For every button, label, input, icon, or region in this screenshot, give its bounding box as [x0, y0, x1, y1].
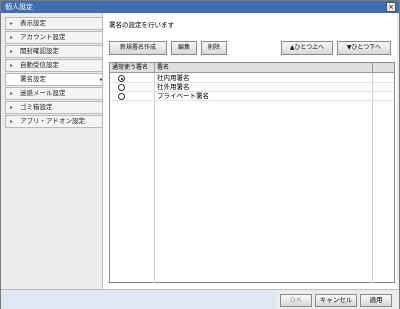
sidebar-item-label: 迷惑メール設定: [20, 89, 66, 97]
sidebar-item-label: 自動受信設定: [20, 61, 59, 69]
sidebar-item-read-receipt[interactable]: ▸ 開封確認設定: [5, 45, 103, 58]
move-up-button[interactable]: ▲ひとつ上へ: [281, 41, 333, 55]
default-signature-radio[interactable]: [118, 84, 125, 91]
sidebar-item-display[interactable]: ▸ 表示設定: [5, 17, 103, 30]
default-signature-radio[interactable]: [118, 93, 125, 100]
sidebar-item-label: 表示設定: [20, 19, 46, 27]
panel-description: 署名の設定を行います: [109, 21, 174, 29]
sidebar-item-label: 開封確認設定: [20, 47, 59, 55]
sidebar-item-spam[interactable]: ▸ 迷惑メール設定: [5, 87, 103, 100]
column-divider: [154, 73, 155, 283]
signature-name: 社外用署名: [157, 83, 190, 91]
chevron-right-icon: ▸: [10, 48, 14, 55]
settings-window: 個人設定 × ▸ 表示設定 ▸ アカウント設定 ▸ 開封確認設定 ▸ 自動受信設定 署名…: [0, 0, 400, 309]
apply-button[interactable]: 適用: [360, 294, 392, 307]
table-row[interactable]: プライベート署名: [110, 92, 394, 101]
chevron-right-icon: ▸: [10, 118, 14, 125]
signature-panel: 署名の設定を行います 新規署名作成 編集 削除 ▲ひとつ上へ ▼ひとつ下へ 通常…: [102, 13, 397, 289]
signature-name: 社内用署名: [157, 74, 190, 82]
signature-table: 通常使う署名 署名 社内用署名 社外用署名 プライベート署名: [109, 62, 395, 283]
dialog-footer: ＯＫ キャンセル 適用: [1, 289, 399, 309]
default-signature-radio[interactable]: [118, 75, 125, 82]
chevron-right-icon: ▸: [10, 34, 14, 41]
chevron-right-icon: ▸: [10, 104, 14, 111]
column-header-name[interactable]: 署名: [155, 63, 373, 73]
table-row[interactable]: 社内用署名: [110, 74, 394, 83]
edit-button[interactable]: 編集: [171, 41, 197, 55]
column-header-default[interactable]: 通常使う署名: [110, 63, 155, 73]
sidebar-item-label: 署名設定: [20, 75, 46, 83]
table-row[interactable]: 社外用署名: [110, 83, 394, 92]
sidebar: ▸表示設定 ▸アカウント設定 ▸開封確認設定 ▸自動受信設定 署名設定▸ ▸迷惑…: [5, 17, 108, 287]
ok-button[interactable]: ＯＫ: [280, 294, 312, 307]
title-bar: 個人設定 ×: [1, 1, 399, 13]
sidebar-item-signature[interactable]: 署名設定▸: [5, 73, 108, 86]
close-button[interactable]: ×: [386, 2, 396, 12]
sidebar-item-label: ゴミ箱設定: [20, 103, 53, 111]
sidebar-item-label: アプリ・アドオン設定: [20, 117, 85, 125]
sidebar-item-trash[interactable]: ▸ ゴミ箱設定: [5, 101, 103, 114]
chevron-right-icon: ▸: [10, 62, 14, 69]
move-down-button[interactable]: ▼ひとつ下へ: [337, 41, 391, 55]
sidebar-item-addons[interactable]: ▸ アプリ・アドオン設定: [5, 115, 103, 128]
chevron-right-icon: ▸: [10, 90, 14, 97]
delete-button[interactable]: 削除: [201, 41, 227, 55]
column-divider: [372, 73, 373, 283]
chevron-right-icon: ▸: [10, 20, 14, 27]
sidebar-item-label: アカウント設定: [20, 33, 66, 41]
signature-name: プライベート署名: [157, 92, 209, 100]
sidebar-item-auto-receive[interactable]: ▸ 自動受信設定: [5, 59, 103, 72]
cancel-button[interactable]: キャンセル: [315, 294, 357, 307]
new-signature-button[interactable]: 新規署名作成: [109, 41, 167, 55]
sidebar-item-account[interactable]: ▸ アカウント設定: [5, 31, 103, 44]
footer-background: [1, 290, 276, 309]
window-title: 個人設定: [5, 3, 33, 11]
table-header: 通常使う署名 署名: [110, 63, 394, 73]
